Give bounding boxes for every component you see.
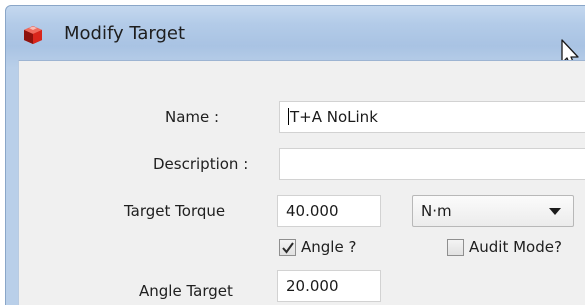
angle-target-label: Angle Target	[139, 282, 233, 300]
dialog-title: Modify Target	[64, 23, 186, 44]
target-torque-value: 40.000	[286, 202, 339, 220]
angle-checkbox-row[interactable]: Angle ?	[279, 238, 356, 256]
target-torque-label: Target Torque	[124, 202, 226, 220]
description-label: Description :	[153, 155, 249, 173]
audit-mode-checkbox[interactable]	[447, 238, 464, 256]
angle-target-input[interactable]: 20.000	[277, 270, 381, 302]
form-panel: Name : T+A NoLink Description : Target T…	[18, 60, 585, 305]
name-label: Name :	[165, 108, 220, 126]
target-torque-input[interactable]: 40.000	[277, 195, 381, 227]
angle-checkbox[interactable]	[279, 238, 296, 256]
name-input[interactable]: T+A NoLink	[279, 101, 585, 133]
angle-checkbox-label: Angle ?	[301, 238, 357, 256]
name-input-value: T+A NoLink	[290, 108, 378, 126]
description-input[interactable]	[279, 148, 585, 180]
torque-unit-value: N·m	[421, 202, 452, 220]
angle-target-value: 20.000	[286, 277, 339, 295]
title-bar[interactable]: Modify Target	[6, 6, 585, 60]
text-caret	[288, 108, 289, 125]
checkmark-icon	[282, 241, 294, 254]
torque-unit-select[interactable]: N·m	[412, 195, 574, 227]
app-cube-icon	[24, 26, 42, 44]
dropdown-arrow-icon	[549, 208, 561, 215]
audit-mode-checkbox-label: Audit Mode?	[469, 238, 562, 256]
modify-target-dialog: Modify Target Name : T+A NoLink Descript…	[5, 5, 585, 305]
audit-mode-checkbox-row[interactable]: Audit Mode?	[447, 238, 562, 256]
